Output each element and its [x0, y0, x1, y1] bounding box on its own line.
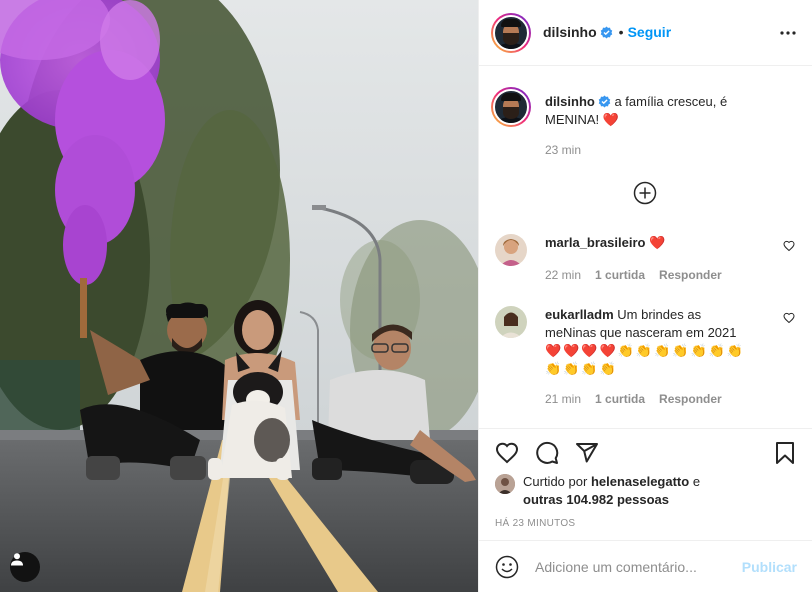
post-photo[interactable] [0, 0, 478, 592]
verified-icon [600, 26, 612, 39]
photo-scene [0, 0, 478, 592]
author-username[interactable]: dilsinho [543, 24, 597, 40]
caption-username[interactable]: dilsinho [545, 94, 595, 109]
tagged-users-button[interactable] [10, 552, 40, 582]
comment-emojis: ❤️❤️❤️❤️👏👏👏👏👏👏👏👏👏👏👏 [545, 342, 755, 378]
share-icon[interactable] [575, 441, 599, 465]
post-header: dilsinho • Seguir [479, 0, 812, 66]
comment-likes[interactable]: 1 curtida [595, 268, 645, 282]
likes-prefix: Curtido por [523, 474, 588, 489]
publish-button[interactable]: Publicar [742, 559, 797, 575]
caption-heart-emoji: ❤️ [602, 112, 619, 127]
emoji-hearts: ❤️❤️❤️❤️ [545, 343, 618, 358]
heart-icon[interactable] [783, 240, 795, 252]
verified-icon [598, 95, 611, 108]
comment-item: eukarlladm Um brindes as meNinas que nas… [495, 306, 795, 416]
comment-text: eukarlladm Um brindes as meNinas que nas… [545, 306, 755, 378]
user-tag-icon [11, 553, 23, 566]
comment-time: 22 min [545, 268, 582, 282]
likes-text: Curtido por helenaselegatto e outras 104… [523, 473, 700, 509]
comment-icon[interactable] [535, 441, 559, 465]
like-heart-icon[interactable] [495, 441, 519, 465]
post-caption: dilsinho a família cresceu, é MENINA! ❤️ [545, 93, 755, 129]
reply-button[interactable]: Responder [659, 268, 722, 282]
heart-icon[interactable] [783, 312, 795, 324]
commenter-avatar[interactable] [495, 234, 527, 266]
reply-button[interactable]: Responder [659, 392, 722, 406]
comment-likes[interactable]: 1 curtida [595, 392, 645, 406]
liker-avatar[interactable] [495, 474, 515, 494]
author-line: dilsinho • Seguir [543, 24, 671, 40]
author-avatar[interactable] [491, 13, 531, 53]
likes-others[interactable]: outras 104.982 pessoas [523, 492, 669, 507]
plus-circle-icon[interactable] [633, 181, 657, 205]
comment-meta: 22 min 1 curtida Responder [545, 268, 722, 282]
post-actions: Curtido por helenaselegatto e outras 104… [479, 428, 812, 540]
post-timestamp[interactable]: HÁ 23 MINUTOS [495, 518, 575, 529]
more-icon[interactable] [779, 24, 797, 42]
commenter-avatar[interactable] [495, 306, 527, 338]
caption-avatar[interactable] [491, 87, 531, 127]
comment-input[interactable] [535, 557, 735, 577]
add-comment-bar: Publicar [479, 540, 812, 592]
follow-button[interactable]: Seguir [628, 24, 672, 40]
emoji-icon[interactable] [495, 555, 519, 579]
comment-text: marla_brasileiro ❤️ [545, 234, 755, 252]
comment-meta: 21 min 1 curtida Responder [545, 392, 722, 406]
comment-item: marla_brasileiro ❤️ 22 min 1 curtida Respo… [495, 234, 795, 294]
commenter-username[interactable]: eukarlladm [545, 307, 614, 322]
comment-time: 21 min [545, 392, 582, 406]
bookmark-icon[interactable] [773, 441, 797, 465]
post-details-panel: dilsinho • Seguir dilsinho a família cresc… [478, 0, 812, 592]
separator-dot: • [618, 24, 624, 40]
commenter-username[interactable]: marla_brasileiro [545, 235, 645, 250]
likes-connector: e [692, 474, 701, 489]
comment-emoji: ❤️ [649, 235, 666, 250]
liker-username[interactable]: helenaselegatto [591, 474, 689, 489]
caption-time: 23 min [545, 143, 582, 157]
